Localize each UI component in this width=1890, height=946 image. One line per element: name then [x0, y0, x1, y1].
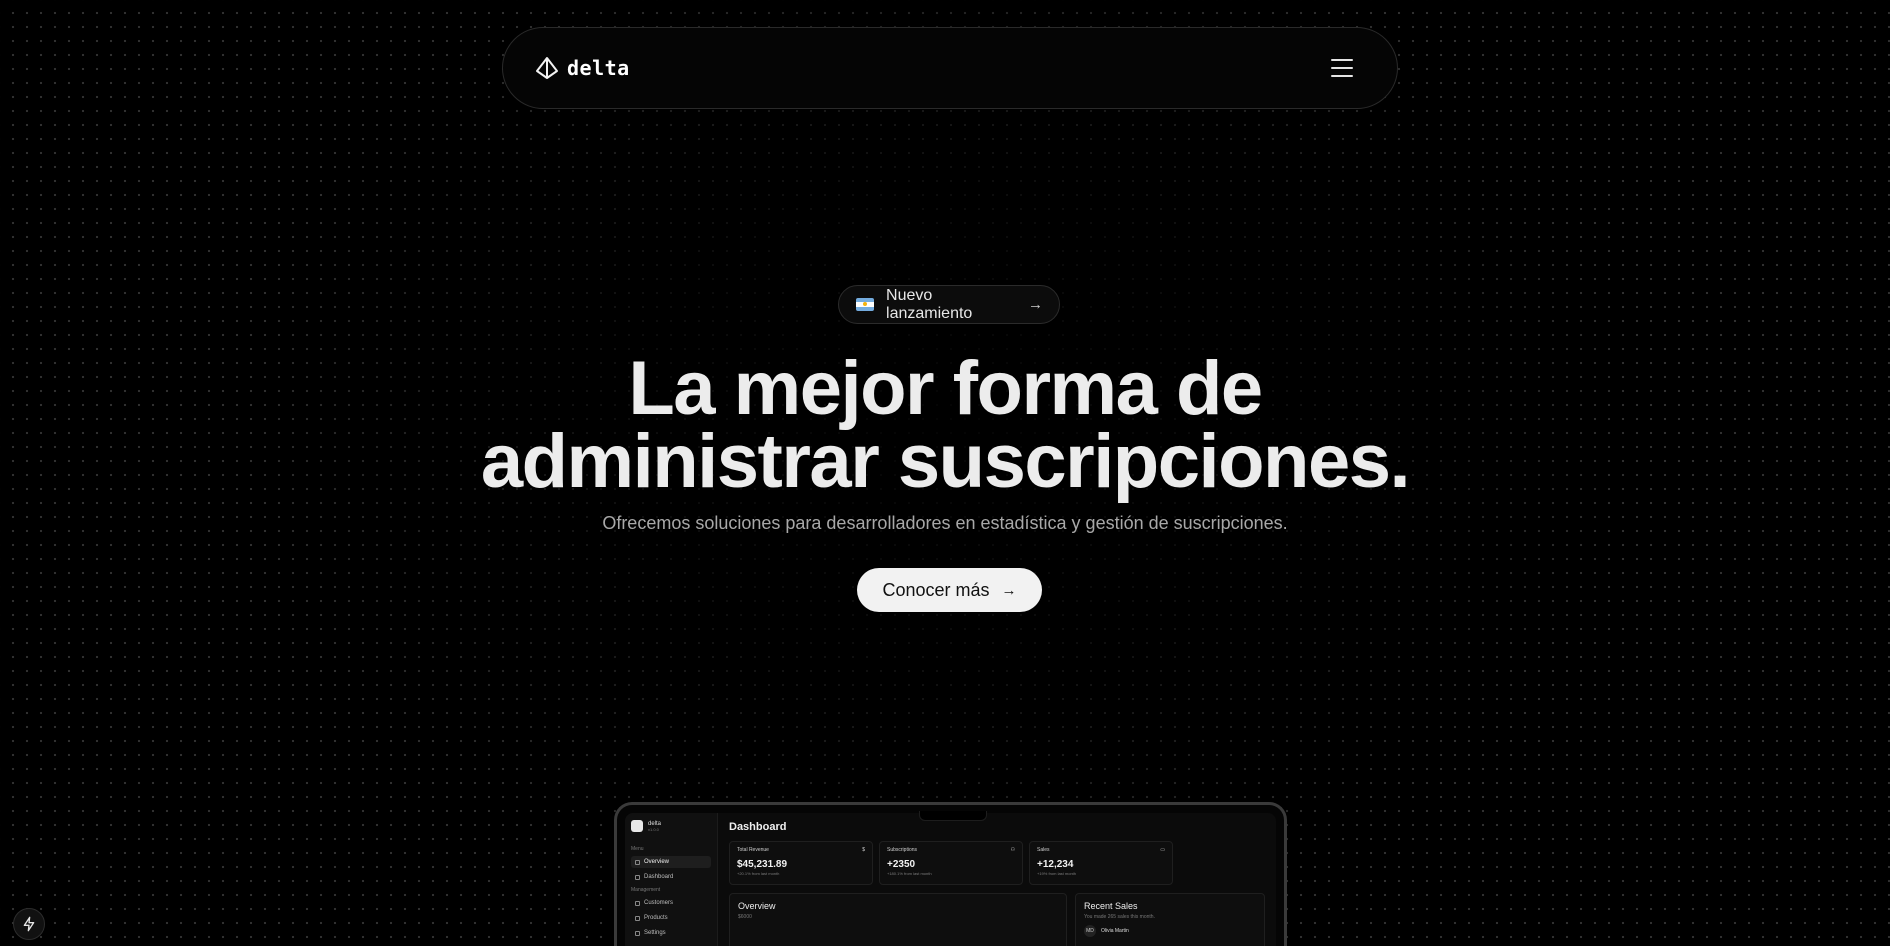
preview-item-overview: Overview	[631, 856, 711, 868]
gear-icon	[635, 930, 640, 936]
preview-card-subscriptions: Subscriptions ⚇ +2350 +180.1% from last m…	[879, 841, 1023, 885]
box-icon	[635, 915, 640, 921]
new-release-badge[interactable]: Nuevo lanzamiento →	[838, 285, 1060, 324]
preview-item-customers: Customers	[631, 897, 711, 909]
sale-customer-name: Olivia Martin	[1101, 928, 1129, 934]
headline-line-2: administrar suscripciones.	[480, 419, 1411, 504]
card-value: +2350	[887, 859, 916, 870]
preview-main: Dashboard Total Revenue $ $45,231.89 +20.…	[718, 813, 1276, 946]
preview-item-products: Products	[631, 912, 711, 924]
recent-sales-subtitle: You made 265 sales this month.	[1084, 914, 1155, 920]
overview-axis-label: $6000	[738, 914, 752, 920]
preview-overview-panel: Overview $6000	[729, 893, 1067, 946]
arrow-right-icon: →	[1001, 581, 1017, 599]
hero-subtitle: Ofrecemos soluciones para desarrolladore…	[602, 513, 1288, 533]
preview-recent-sales-panel: Recent Sales You made 265 sales this mon…	[1075, 893, 1265, 946]
preview-brand: delta v1.0.0	[631, 820, 711, 832]
card-label: Subscriptions	[887, 847, 918, 853]
users-icon: ⚇	[1010, 847, 1015, 853]
card-note: +19% from last month	[1037, 871, 1077, 876]
card-label: Total Revenue	[737, 847, 769, 853]
preview-item-dashboard: Dashboard	[631, 871, 711, 883]
preview-title: Dashboard	[729, 821, 787, 833]
card-note: +180.1% from last month	[887, 871, 932, 876]
preview-panels: Overview $6000 Recent Sales You made 265…	[729, 893, 1265, 946]
preview-item-label: Settings	[644, 930, 666, 936]
brand-link[interactable]: delta	[535, 56, 630, 80]
preview-item-settings: Settings	[631, 927, 711, 939]
preview-group-management: Management	[631, 887, 661, 893]
preview-card-revenue: Total Revenue $ $45,231.89 +20.1% from la…	[729, 841, 873, 885]
dollar-icon: $	[862, 847, 865, 853]
learn-more-label: Conocer más	[882, 579, 990, 600]
card-note: +20.1% from last month	[737, 871, 780, 876]
preview-sidebar: delta v1.0.0 Menu Overview Dashboard Man…	[625, 813, 718, 946]
home-icon	[635, 859, 640, 865]
grid-icon	[635, 874, 640, 880]
avatar: MD	[1084, 925, 1096, 937]
card-icon: ▭	[1160, 847, 1165, 853]
preview-card-sales: Sales ▭ +12,234 +19% from last month	[1029, 841, 1173, 885]
recent-sales-title: Recent Sales	[1084, 901, 1138, 911]
preview-group-menu: Menu	[631, 846, 644, 852]
card-value: +12,234	[1037, 859, 1074, 870]
bolt-icon[interactable]	[13, 908, 45, 940]
preview-cards: Total Revenue $ $45,231.89 +20.1% from la…	[729, 841, 1265, 885]
dashboard-preview-screen: delta v1.0.0 Menu Overview Dashboard Man…	[625, 813, 1276, 946]
badge-label: Nuevo lanzamiento	[886, 286, 973, 322]
hamburger-menu-icon[interactable]	[1331, 59, 1353, 77]
preview-item-label: Dashboard	[644, 874, 674, 880]
preview-logo-icon	[631, 820, 643, 832]
users-icon	[635, 900, 640, 906]
arrow-right-icon: →	[1028, 296, 1043, 313]
preview-item-label: Products	[644, 915, 668, 921]
card-label: Sales	[1037, 847, 1050, 853]
preview-item-label: Overview	[644, 859, 670, 865]
delta-logo-icon	[536, 57, 558, 79]
brand-name: delta	[567, 56, 630, 80]
card-value: $45,231.89	[737, 859, 788, 870]
navbar: delta	[502, 27, 1398, 109]
preview-item-label: Customers	[644, 900, 674, 906]
recent-sale-row: MD Olivia Martin	[1084, 925, 1256, 937]
preview-brand-version: v1.0.0	[648, 826, 659, 832]
overview-title: Overview	[738, 901, 776, 911]
hero-headline: La mejor forma de administrar suscripcio…	[0, 351, 1890, 500]
learn-more-button[interactable]: Conocer más →	[857, 568, 1042, 612]
dashboard-preview-laptop: delta v1.0.0 Menu Overview Dashboard Man…	[614, 802, 1287, 946]
argentina-flag-icon	[856, 298, 875, 311]
laptop-notch	[919, 811, 987, 821]
preview-brand-name: delta	[648, 820, 662, 827]
